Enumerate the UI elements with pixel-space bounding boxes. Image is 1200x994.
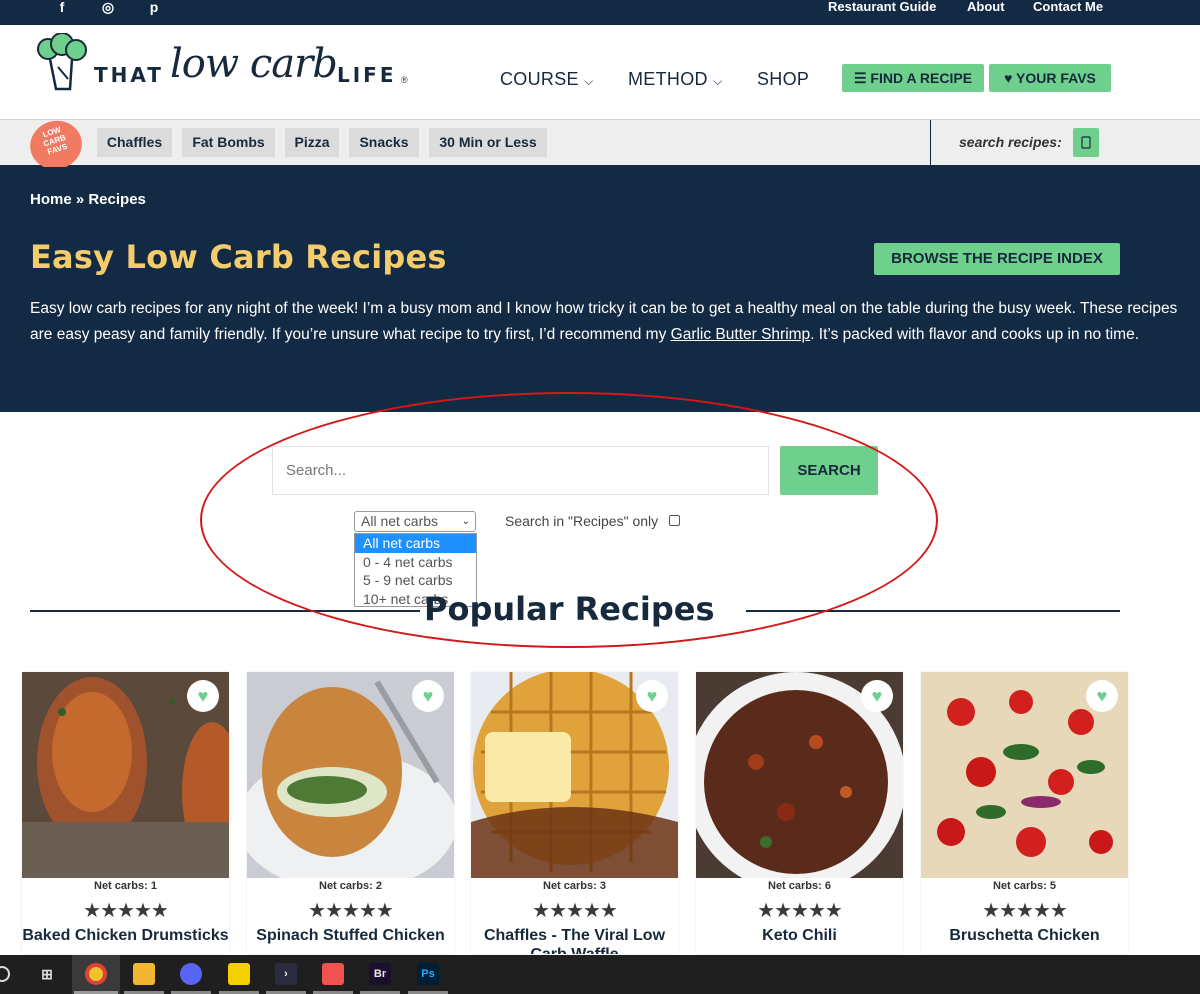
chevron-down-icon: ⌵	[584, 74, 594, 88]
card-net-carbs: Net carbs: 3	[543, 880, 606, 892]
card-net-carbs: Net carbs: 6	[768, 880, 831, 892]
hero-description: Easy low carb recipes for any night of t…	[30, 296, 1180, 348]
favorite-heart-icon[interactable]: ♥	[636, 680, 668, 712]
facebook-icon[interactable]: f	[53, 0, 71, 16]
chip-pizza[interactable]: Pizza	[285, 128, 339, 157]
photoshop-icon[interactable]: Ps	[417, 963, 439, 985]
card-title[interactable]: Chaffles - The Viral Low Carb Waffle	[471, 926, 678, 954]
logo-registered: ®	[401, 75, 408, 85]
chip-30-min[interactable]: 30 Min or Less	[429, 128, 547, 157]
hero-text-end: . It’s packed with flavor and cooks up i…	[810, 326, 1140, 343]
search-recipes-label: search recipes:	[959, 134, 1062, 150]
your-favs-button[interactable]: ♥ YOUR FAVS	[989, 64, 1111, 92]
logo-script: low carb	[170, 41, 338, 87]
favorite-heart-icon[interactable]: ♥	[187, 680, 219, 712]
net-carbs-option[interactable]: All net carbs	[355, 534, 476, 553]
garlic-butter-shrimp-link[interactable]: Garlic Butter Shrimp	[671, 326, 811, 343]
star-rating: ★★★★★	[982, 900, 1068, 922]
recipes-only-label: Search in "Recipes" only	[505, 513, 659, 529]
card-net-carbs: Net carbs: 5	[993, 880, 1056, 892]
search-icon	[1081, 136, 1091, 149]
divider-right	[746, 610, 1120, 612]
logo-that: THAT	[94, 63, 164, 87]
instagram-icon[interactable]: ◎	[99, 0, 117, 16]
card-title[interactable]: Spinach Stuffed Chicken	[247, 926, 454, 945]
heart-icon: ♥	[1004, 70, 1013, 86]
find-recipe-button[interactable]: ☰ FIND A RECIPE	[842, 64, 984, 92]
list-icon: ☰	[853, 70, 867, 86]
powershell-icon[interactable]: ›	[275, 963, 297, 985]
nav-course[interactable]: COURSE ⌵	[500, 69, 594, 90]
card-net-carbs: Net carbs: 2	[319, 880, 382, 892]
divider	[930, 120, 931, 165]
your-favs-label: YOUR FAVS	[1016, 70, 1096, 86]
browse-recipe-index-button[interactable]: BROWSE THE RECIPE INDEX	[874, 243, 1120, 275]
favorite-heart-icon[interactable]: ♥	[412, 680, 444, 712]
chevron-down-icon: ⌄	[461, 516, 470, 527]
card-net-carbs: Net carbs: 1	[94, 880, 157, 892]
chrome-icon[interactable]	[85, 963, 107, 985]
star-rating: ★★★★★	[83, 900, 169, 922]
net-carbs-option[interactable]: 5 - 9 net carbs	[355, 571, 476, 590]
recipe-card[interactable]: ♥ Net carbs: 2 ★★★★★ Spinach Stuffed Chi…	[247, 672, 454, 954]
chip-snacks[interactable]: Snacks	[349, 128, 419, 157]
popular-recipes-heading: Popular Recipes	[424, 590, 715, 628]
app-icon[interactable]	[322, 963, 344, 985]
file-explorer-icon[interactable]	[133, 963, 155, 985]
breadcrumb[interactable]: Home » Recipes	[30, 191, 146, 208]
logo-life: LIFE	[337, 63, 397, 87]
star-rating: ★★★★★	[532, 900, 618, 922]
net-carbs-select[interactable]: All net carbs ⌄	[354, 511, 476, 532]
pinterest-icon[interactable]: p	[145, 0, 163, 16]
recipe-card[interactable]: ♥ Net carbs: 1 ★★★★★ Baked Chicken Drums…	[22, 672, 229, 954]
divider-left	[30, 610, 420, 612]
nav-course-label: COURSE	[500, 69, 579, 89]
page-title: Easy Low Carb Recipes	[30, 238, 447, 276]
net-carbs-option[interactable]: 0 - 4 net carbs	[355, 553, 476, 572]
favorite-heart-icon[interactable]: ♥	[861, 680, 893, 712]
recipe-card[interactable]: ♥ Net carbs: 5 ★★★★★ Bruschetta Chicken	[921, 672, 1128, 954]
hero-section	[0, 167, 1200, 412]
card-title[interactable]: Bruschetta Chicken	[921, 926, 1128, 945]
restaurant-guide-link[interactable]: Restaurant Guide	[828, 0, 936, 14]
recipes-only-checkbox[interactable]	[669, 515, 680, 526]
star-rating: ★★★★★	[308, 900, 394, 922]
broccoli-logo-icon	[37, 33, 87, 91]
chip-fat-bombs[interactable]: Fat Bombs	[182, 128, 275, 157]
nav-method[interactable]: METHOD ⌵	[628, 69, 723, 90]
search-input[interactable]	[272, 446, 769, 495]
contact-me-link[interactable]: Contact Me	[1033, 0, 1103, 14]
task-view-icon[interactable]: ⊞	[36, 963, 58, 985]
top-bar	[0, 0, 1200, 25]
bridge-icon[interactable]: Br	[369, 963, 391, 985]
sticky-notes-icon[interactable]	[228, 963, 250, 985]
site-logo[interactable]: THAT low carb LIFE ®	[32, 33, 422, 119]
star-rating: ★★★★★	[757, 900, 843, 922]
net-carbs-select-value: All net carbs	[361, 513, 439, 529]
favorite-heart-icon[interactable]: ♥	[1086, 680, 1118, 712]
recipe-card[interactable]: ♥ Net carbs: 3 ★★★★★ Chaffles - The Vira…	[471, 672, 678, 954]
discord-icon[interactable]	[180, 963, 202, 985]
search-recipes-button[interactable]	[1073, 128, 1099, 157]
card-title[interactable]: Keto Chili	[696, 926, 903, 945]
nav-shop[interactable]: SHOP	[757, 69, 809, 90]
search-button[interactable]: SEARCH	[780, 446, 878, 495]
recipe-card[interactable]: ♥ Net carbs: 6 ★★★★★ Keto Chili	[696, 672, 903, 954]
chevron-down-icon: ⌵	[713, 74, 723, 88]
find-recipe-label: FIND A RECIPE	[870, 70, 973, 86]
nav-method-label: METHOD	[628, 69, 708, 89]
chip-chaffles[interactable]: Chaffles	[97, 128, 172, 157]
about-link[interactable]: About	[967, 0, 1005, 14]
card-title[interactable]: Baked Chicken Drumsticks	[22, 926, 229, 945]
